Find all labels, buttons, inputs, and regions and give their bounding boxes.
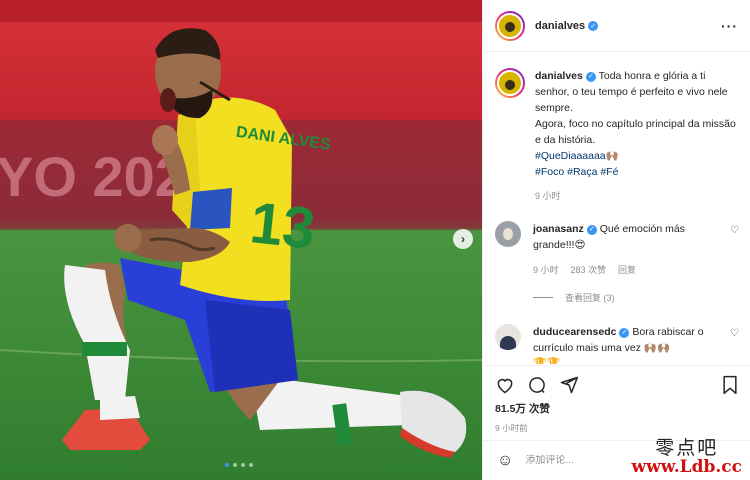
- post-header: danialves ✓ ···: [483, 0, 750, 52]
- comment-like-count[interactable]: 283 次赞: [571, 262, 607, 278]
- author-avatar[interactable]: [495, 10, 525, 41]
- watermark-line-2: www.Ldb.cc: [631, 457, 742, 478]
- author-username[interactable]: danialves ✓: [535, 20, 599, 32]
- ellipsis-icon[interactable]: ···: [721, 18, 738, 34]
- commenter-avatar[interactable]: [495, 324, 521, 350]
- divider: [533, 297, 553, 298]
- verified-badge-icon: ✓: [619, 328, 630, 338]
- post-side-panel: danialves ✓ ··· danialves ✓ Toda honra e g…: [482, 0, 750, 480]
- view-replies-button[interactable]: 查看回复 (3): [483, 291, 750, 304]
- comment-heart-icon[interactable]: ♡: [730, 328, 739, 364]
- comment-emoji-row: 🏆🏆: [533, 358, 561, 364]
- carousel-indicator: [225, 463, 253, 467]
- hashtag-link[interactable]: #QueDiaaaaaa🙌🏽: [535, 148, 739, 164]
- verified-badge-icon: ✓: [585, 72, 596, 82]
- caption-text-2: Agora, foco no capítulo principal da mis…: [535, 118, 736, 146]
- commenter-username[interactable]: joanasanz: [533, 223, 584, 235]
- verified-badge-icon: ✓: [586, 225, 597, 235]
- likes-count[interactable]: 81.5万 次赞: [495, 401, 739, 416]
- comment-time: 9 小时: [533, 265, 559, 275]
- carousel-dot: [249, 463, 253, 467]
- emoji-icon[interactable]: ☺: [497, 452, 513, 470]
- comment-input[interactable]: [525, 455, 646, 466]
- comment-heart-icon[interactable]: ♡: [730, 225, 739, 278]
- comment-icon[interactable]: [527, 375, 547, 395]
- caption-username[interactable]: danialves: [535, 70, 583, 82]
- caption-author-avatar[interactable]: [495, 68, 525, 98]
- comment-item: joanasanz ✓ Qué emoción más grande!!!😍 9 …: [483, 221, 750, 278]
- post-actions: 81.5万 次赞 9 小时前: [483, 365, 750, 434]
- carousel-dot: [233, 463, 237, 467]
- caption-time: 9 小时: [535, 191, 561, 201]
- verified-badge-icon: ✓: [588, 20, 599, 31]
- next-photo-button[interactable]: ›: [453, 229, 473, 249]
- carousel-dot: [241, 463, 245, 467]
- caption: danialves ✓ Toda honra e glória a ti senh…: [483, 68, 750, 204]
- comment-item: duducearensedc ✓ Bora rabiscar o currícul…: [483, 324, 750, 364]
- site-watermark: 零点吧 www.Ldb.cc: [631, 437, 742, 478]
- bookmark-icon[interactable]: [721, 375, 739, 395]
- chevron-right-icon: ›: [461, 232, 465, 246]
- watermark-line-1: 零点吧: [655, 437, 719, 460]
- post-time: 9 小时前: [495, 423, 528, 433]
- share-icon[interactable]: [559, 375, 579, 395]
- carousel-dot: [225, 463, 229, 467]
- reply-button[interactable]: 回复: [618, 262, 636, 278]
- instagram-post-view: YO 2020 DANI ALVES 13 › danialves ✓ ··· …: [0, 0, 750, 480]
- comments-list[interactable]: danialves ✓ Toda honra e glória a ti senh…: [483, 52, 750, 364]
- jersey-number-text: 13: [247, 190, 318, 261]
- photo-illustration: YO 2020 DANI ALVES 13: [0, 0, 482, 480]
- heart-icon[interactable]: [495, 375, 515, 395]
- hashtag-links[interactable]: #Foco #Raça #Fé: [535, 164, 739, 180]
- commenter-username[interactable]: duducearensedc: [533, 326, 616, 338]
- post-photo[interactable]: YO 2020 DANI ALVES 13 ›: [0, 0, 482, 480]
- commenter-avatar[interactable]: [495, 221, 521, 247]
